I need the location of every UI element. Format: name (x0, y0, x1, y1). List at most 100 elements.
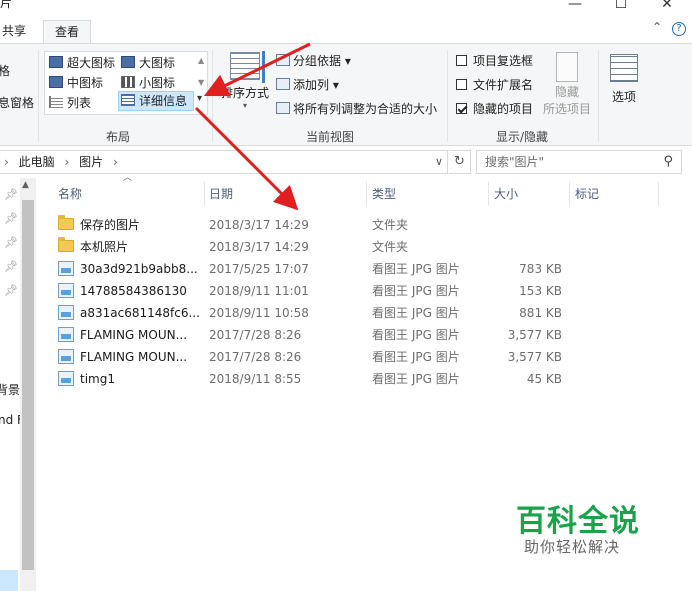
title-bar: 片 — ☐ ✕ (0, 0, 692, 14)
group-by-button[interactable]: 分组依据 ▾ (276, 52, 351, 70)
gallery-expand-icon[interactable]: ▾ (197, 93, 202, 104)
file-type: 看图王 JPG 图片 (372, 262, 460, 276)
pin-icon[interactable]: 📌︎ (4, 260, 18, 273)
file-extensions-checkbox[interactable] (456, 79, 467, 90)
column-separator[interactable] (366, 182, 367, 206)
list-option[interactable]: 列表 (49, 94, 91, 112)
file-name-text: 14788584386130 (80, 284, 187, 298)
address-bar[interactable]: › 此电脑 › 图片 › ∨ (0, 150, 448, 174)
file-row[interactable]: 保存的图片 2018/3/17 14:29 文件夹 (58, 214, 678, 236)
add-columns-label: 添加列 ▾ (293, 78, 339, 92)
large-icons-icon (121, 56, 135, 68)
nav-scrollbar-thumb[interactable] (22, 200, 34, 570)
add-columns-button[interactable]: 添加列 ▾ (276, 76, 339, 94)
item-checkboxes-toggle[interactable]: 项目复选框 (456, 52, 533, 70)
file-row[interactable]: timg1 2018/9/11 8:55 看图王 JPG 图片 45 KB (58, 368, 678, 390)
maximize-button[interactable]: ☐ (598, 0, 644, 14)
gallery-scroll-up-icon[interactable]: ▲ (198, 56, 204, 65)
file-date: 2017/7/28 8:26 (209, 350, 302, 364)
hide-selected-label-2: 所选项目 (542, 102, 591, 116)
file-row[interactable]: 30a3d921b9abb8... 2017/5/25 17:07 看图王 JPG … (58, 258, 678, 280)
hidden-items-checkbox[interactable] (456, 103, 467, 114)
jpg-image-icon (58, 283, 74, 298)
tab-share[interactable]: 共享 (0, 20, 34, 44)
file-extensions-label: 文件扩展名 (473, 78, 534, 92)
column-header-name[interactable]: 名称 (58, 178, 82, 210)
options-button[interactable]: 选项 (601, 50, 647, 105)
details-option[interactable]: 详细信息 (118, 91, 194, 111)
large-icons-option[interactable]: 大图标 (121, 54, 175, 72)
search-input[interactable]: 搜索"图片" ⚲ (476, 150, 682, 174)
show-hide-group-label: 显示/隐藏 (496, 130, 549, 144)
search-icon[interactable]: ⚲ (663, 151, 673, 173)
address-history-dropdown-icon[interactable]: ∨ (435, 151, 443, 173)
file-name[interactable]: 14788584386130 (58, 280, 187, 302)
hide-selected-items-button[interactable]: 隐藏 所选项目 (541, 50, 593, 118)
column-separator[interactable] (569, 182, 570, 206)
gallery-scroll-down-icon[interactable]: ▼ (198, 78, 204, 87)
layout-group-label: 布局 (106, 130, 131, 144)
item-checkboxes-checkbox[interactable] (456, 55, 467, 66)
size-all-columns-button[interactable]: 将所有列调整为合适的大小 (276, 100, 437, 118)
file-name[interactable]: a831ac681148fc6... (58, 302, 200, 324)
file-date: 2018/9/11 10:58 (209, 306, 309, 320)
breadcrumb-chevron-icon[interactable]: › (4, 155, 9, 169)
hidden-items-toggle[interactable]: 隐藏的项目 (456, 100, 533, 118)
column-header-type[interactable]: 类型 (372, 178, 396, 210)
nav-item-background[interactable]: 背景 (0, 381, 20, 398)
breadcrumb-this-pc[interactable]: 此电脑 (19, 155, 55, 169)
file-row[interactable]: FLAMING MOUN... 2017/7/28 8:26 看图王 JPG 图片 3… (58, 324, 678, 346)
add-columns-icon (276, 78, 290, 90)
collapse-ribbon-icon[interactable]: ⌃ (652, 20, 662, 34)
file-row[interactable]: a831ac681148fc6... 2018/9/11 10:58 看图王 JPG… (58, 302, 678, 324)
pin-icon[interactable]: 📌︎ (4, 284, 18, 297)
breadcrumb-chevron-icon[interactable]: › (113, 155, 118, 169)
help-icon[interactable]: ? (672, 22, 686, 36)
file-name[interactable]: FLAMING MOUN... (58, 346, 187, 368)
pin-icon[interactable]: 📌︎ (4, 236, 18, 249)
file-extensions-toggle[interactable]: 文件扩展名 (456, 76, 533, 94)
file-name[interactable]: timg1 (58, 368, 115, 390)
pin-icon[interactable]: 📌︎ (4, 188, 18, 201)
window-title: 片 (0, 0, 13, 10)
file-row[interactable]: 本机照片 2018/3/17 14:29 文件夹 (58, 236, 678, 258)
column-separator[interactable] (488, 182, 489, 206)
address-row: › 此电脑 › 图片 › ∨ ↻ 搜索"图片" ⚲ (0, 150, 692, 174)
scroll-up-icon[interactable]: ▲ (22, 180, 29, 190)
breadcrumb-pictures[interactable]: 图片 (79, 155, 103, 169)
file-size: 3,577 KB (507, 350, 562, 364)
file-type: 看图王 JPG 图片 (372, 372, 460, 386)
details-pane-label-cut[interactable]: 息窗格 (0, 94, 34, 111)
file-name-text: FLAMING MOUN... (80, 350, 188, 364)
pane-label-cut[interactable]: 格 (0, 62, 10, 79)
jpg-image-icon (58, 349, 74, 364)
file-row[interactable]: 14788584386130 2018/9/11 11:01 看图王 JPG 图片 1… (58, 280, 678, 302)
minimize-button[interactable]: — (552, 0, 598, 14)
extra-large-icons-option[interactable]: 超大图标 (49, 54, 115, 72)
column-separator[interactable] (204, 182, 205, 206)
file-name[interactable]: 本机照片 (58, 236, 128, 258)
pin-icon[interactable]: 📌︎ (4, 212, 18, 225)
watermark-title: 百科全说 (516, 504, 640, 539)
file-name[interactable]: FLAMING MOUN... (58, 324, 187, 346)
close-button[interactable]: ✕ (644, 0, 690, 14)
file-size (490, 214, 562, 236)
tab-view[interactable]: 查看 (43, 20, 91, 44)
file-name[interactable]: 保存的图片 (58, 214, 140, 236)
file-name[interactable]: 30a3d921b9abb8... (58, 258, 198, 280)
file-name-text: FLAMING MOUN... (80, 328, 188, 342)
nav-selected-item[interactable] (0, 570, 18, 591)
column-header-tags[interactable]: 标记 (575, 178, 599, 210)
file-date: 2018/9/11 11:01 (209, 284, 309, 298)
column-header-size[interactable]: 大小 (494, 178, 518, 210)
small-icons-icon (121, 76, 135, 88)
column-separator[interactable] (658, 182, 659, 206)
breadcrumb-chevron-icon[interactable]: › (64, 155, 69, 169)
column-header-date[interactable]: 日期 (209, 178, 233, 210)
refresh-icon[interactable]: ↻ (449, 150, 471, 174)
sort-by-button[interactable]: 排序方式 ▾ (218, 50, 272, 124)
hide-selected-label-1: 隐藏 (554, 85, 579, 99)
file-row[interactable]: FLAMING MOUN... 2017/7/28 8:26 看图王 JPG 图片 3… (58, 346, 678, 368)
small-icons-option[interactable]: 小图标 (121, 74, 175, 92)
medium-icons-option[interactable]: 中图标 (49, 74, 103, 92)
